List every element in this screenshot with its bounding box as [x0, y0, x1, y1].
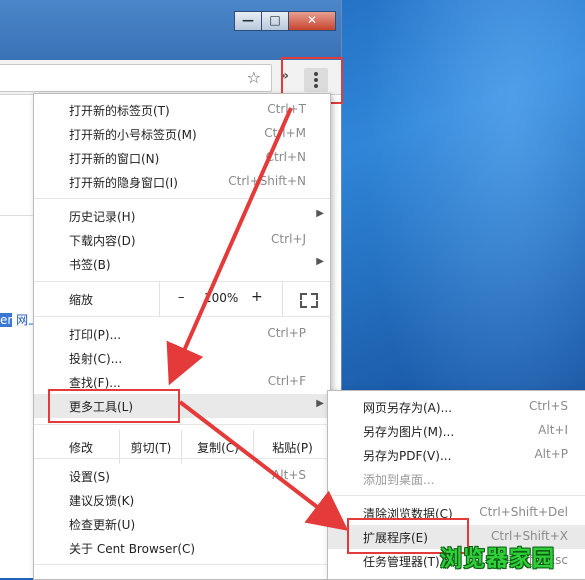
menu-item-new-incognito[interactable]: 打开新的隐身窗口(I) Ctrl+Shift+N: [34, 170, 330, 194]
page-divider: [0, 215, 34, 216]
menu-separator: [328, 495, 585, 496]
submenu-item-save-image[interactable]: 另存为图片(M)... Alt+I: [328, 419, 585, 443]
menu-item-check-update[interactable]: 检查更新(U): [34, 512, 330, 536]
bookmark-star-icon[interactable]: ☆: [247, 68, 261, 87]
menu-separator: [34, 564, 330, 565]
zoom-level: 100%: [204, 291, 239, 305]
submenu-arrow-icon: ▶: [316, 256, 324, 267]
menu-separator: [34, 458, 330, 459]
menu-item-settings[interactable]: 设置(S) Alt+S: [34, 464, 330, 488]
submenu-item-add-to-desktop[interactable]: 添加到桌面...: [328, 467, 585, 491]
menu-item-bookmarks[interactable]: 书签(B) ▶: [34, 252, 330, 276]
close-icon: ✕: [306, 13, 318, 27]
address-bar[interactable]: ☆: [0, 64, 272, 92]
watermark: 浏览器家园: [440, 547, 556, 572]
minimize-icon: —: [242, 13, 254, 27]
fullscreen-icon: [311, 301, 318, 308]
menu-item-history[interactable]: 历史记录(H) ▶: [34, 204, 330, 228]
fullscreen-button[interactable]: [282, 282, 332, 316]
selected-text: er: [0, 313, 13, 327]
menu-item-about[interactable]: 关于 Cent Browser(C): [34, 536, 330, 560]
maximize-button[interactable]: □: [261, 11, 289, 31]
menu-item-cast[interactable]: 投射(C)...: [34, 346, 330, 370]
fullscreen-icon: [300, 301, 307, 308]
zoom-row: 缩放 – 100% +: [34, 282, 330, 316]
submenu-item-save-page[interactable]: 网页另存为(A)... Ctrl+S: [328, 395, 585, 419]
menu-item-print[interactable]: 打印(P)... Ctrl+P: [34, 322, 330, 346]
menu-separator: [34, 316, 330, 317]
menu-item-feedback[interactable]: 建议反馈(K): [34, 488, 330, 512]
zoom-in-button[interactable]: +: [251, 289, 263, 305]
submenu-arrow-icon: ▶: [316, 208, 324, 219]
fullscreen-icon: [300, 293, 307, 300]
close-button[interactable]: ✕: [288, 11, 336, 31]
zoom-out-button[interactable]: –: [178, 290, 185, 305]
menu-item-downloads[interactable]: 下载内容(D) Ctrl+J: [34, 228, 330, 252]
menu-separator: [34, 424, 330, 425]
submenu-arrow-icon: ▶: [316, 398, 324, 409]
zoom-controls: – 100% +: [159, 282, 331, 316]
annotation-box-more-tools: [48, 389, 180, 423]
edit-label: 修改: [69, 441, 94, 455]
menu-item-new-tab[interactable]: 打开新的标签页(T) Ctrl+T: [34, 98, 330, 122]
maximize-icon: □: [269, 13, 281, 27]
menu-separator: [34, 198, 330, 199]
window-controls: — □ ✕: [234, 11, 336, 31]
zoom-label: 缩放: [69, 293, 94, 307]
submenu-item-save-pdf[interactable]: 另存为PDF(V)... Alt+P: [328, 443, 585, 467]
main-menu: 打开新的标签页(T) Ctrl+T 打开新的小号标签页(M) Ctrl+M 打开新的…: [33, 93, 331, 580]
title-bar: — □ ✕: [0, 0, 341, 60]
fullscreen-icon: [311, 293, 318, 300]
menu-item-new-window[interactable]: 打开新的窗口(N) Ctrl+N: [34, 146, 330, 170]
minimize-button[interactable]: —: [234, 11, 262, 31]
menu-item-new-small-tab[interactable]: 打开新的小号标签页(M) Ctrl+M: [34, 122, 330, 146]
